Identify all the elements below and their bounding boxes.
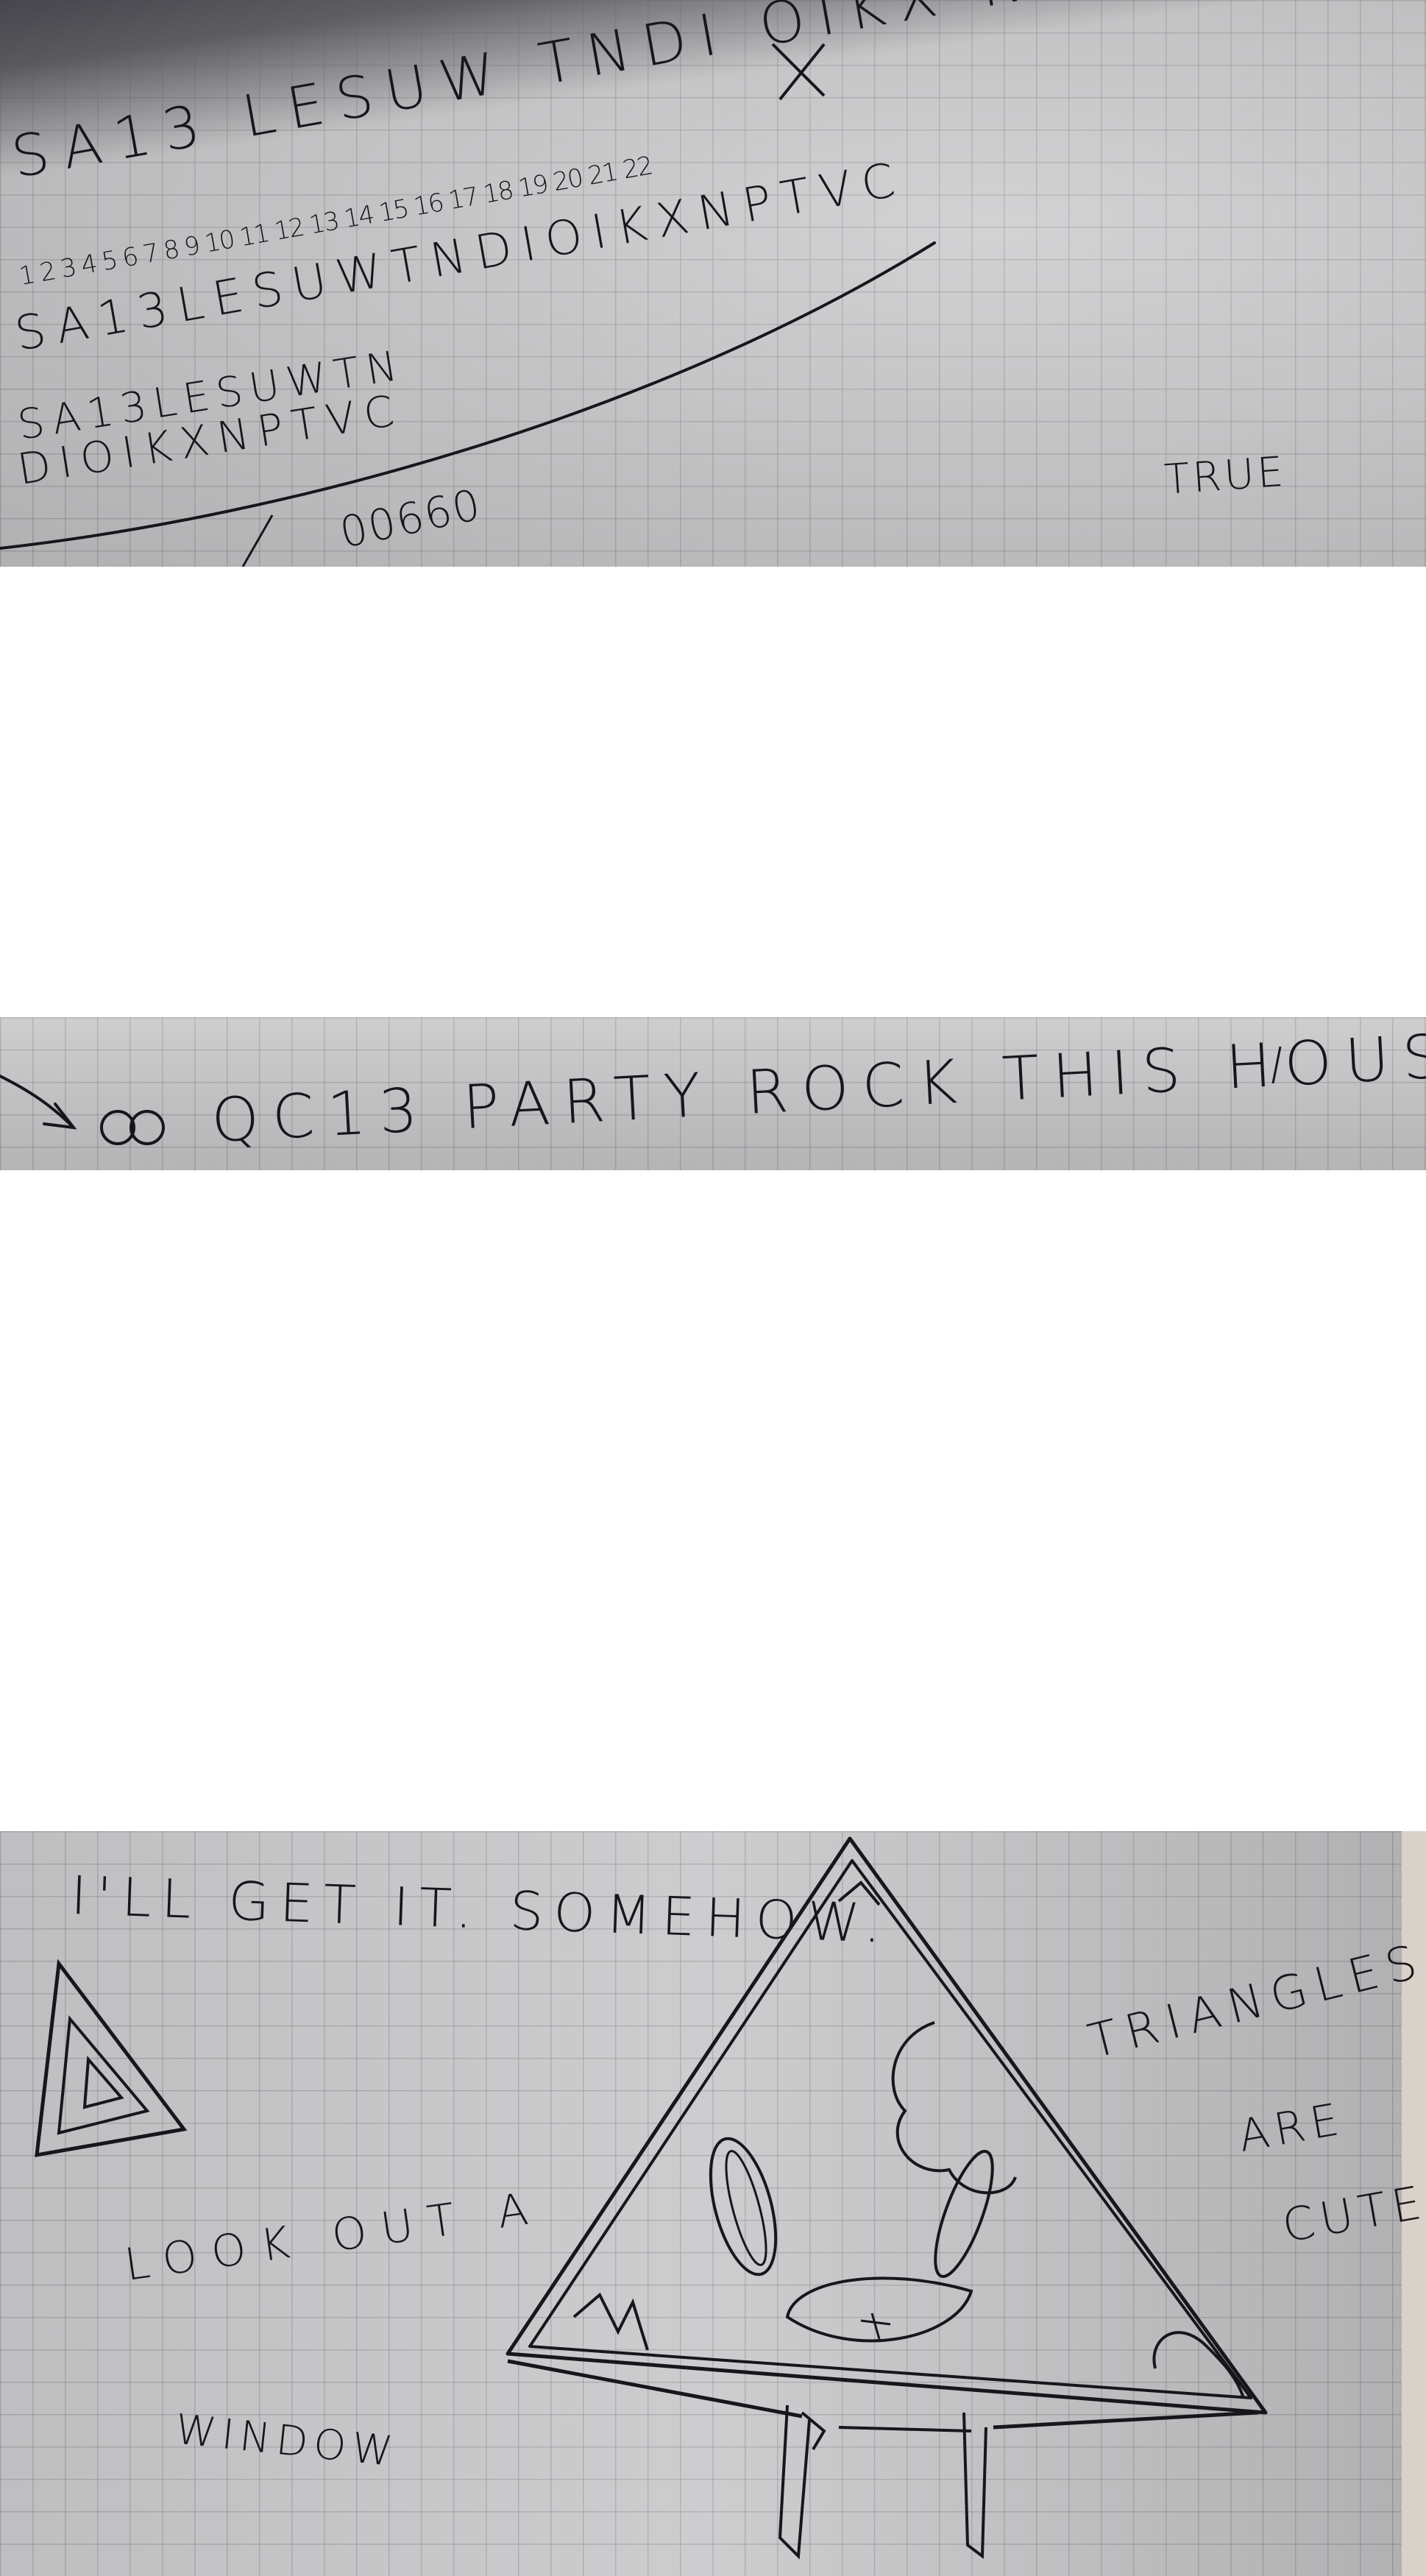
underline-curve (0, 43, 936, 567)
redacted-area-1 (7, 567, 1426, 1017)
redacted-area-2 (0, 1170, 1426, 1831)
notebook-photo-bottom: I'LL GET IT. SOMEHOW. LOOK OUT A WINDOW … (0, 1831, 1426, 2576)
triangle-drawing (35, 1836, 1268, 2560)
notebook-photo-top: SA13 LESUW TNDI OIKX NPTVC 1 2 3 4 5 6 7… (0, 0, 1426, 567)
notebook-photo-middle: QC13 PARTY ROCK THIS HOUSE (0, 1017, 1426, 1170)
